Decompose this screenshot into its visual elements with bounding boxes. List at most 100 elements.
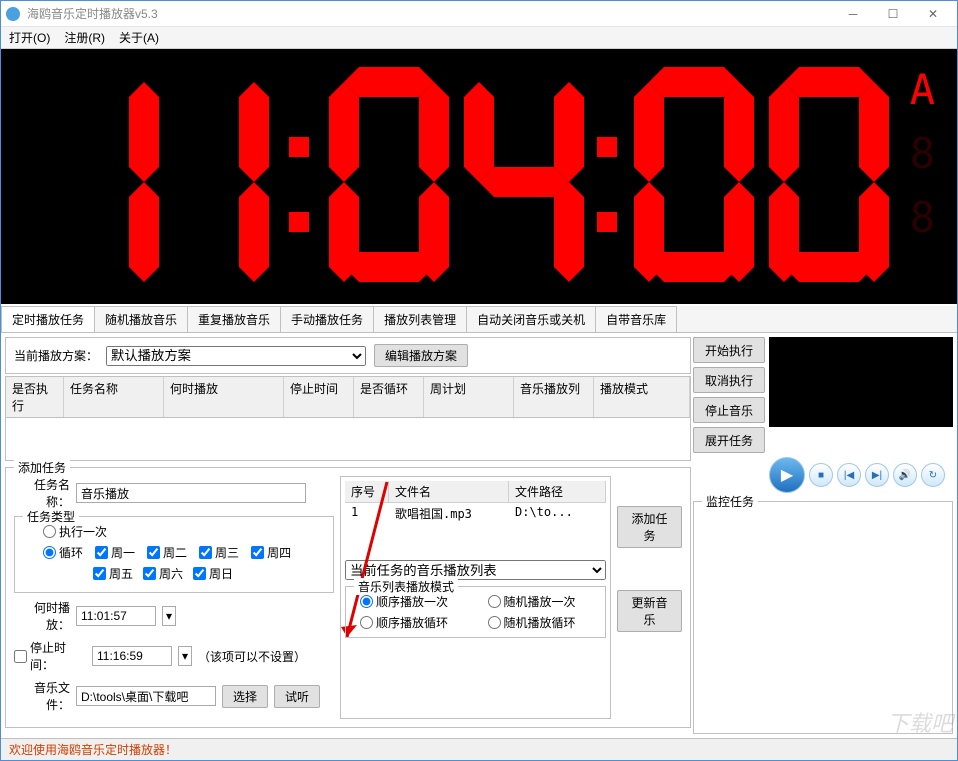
ampm-m: 8 [910,197,937,239]
chk-mon[interactable]: 周一 [95,544,135,561]
next-track-button[interactable]: ▶| [865,463,889,487]
fh-path: 文件路径 [509,481,606,502]
ampm-indicator: A 8 8 [910,69,937,239]
volume-button[interactable]: 🔊 [893,463,917,487]
action-buttons: 开始执行 取消执行 停止音乐 展开任务 [693,337,765,453]
stop-music-button[interactable]: 停止音乐 [693,397,765,423]
status-bar: 欢迎使用海鸥音乐定时播放器！ [1,738,957,760]
scheme-select[interactable]: 默认播放方案 [106,346,366,366]
monitor-legend: 监控任务 [702,493,758,510]
stop-media-button[interactable]: ■ [809,463,833,487]
tab-manual[interactable]: 手动播放任务 [280,306,374,332]
chk-tue[interactable]: 周二 [147,544,187,561]
ampm-p: 8 [910,133,937,175]
when-spinner[interactable]: ▾ [162,606,176,626]
edit-scheme-button[interactable]: 编辑播放方案 [374,344,468,367]
file-label: 音乐文件： [14,679,70,713]
stop-note: （该项可以不设置） [198,648,306,665]
when-input[interactable] [76,606,156,626]
chk-sat[interactable]: 周六 [143,565,183,582]
fc-seq: 1 [345,503,389,524]
tab-bar: 定时播放任务 随机播放音乐 重复播放音乐 手动播放任务 播放列表管理 自动关闭音… [1,306,957,333]
chk-sun[interactable]: 周日 [193,565,233,582]
monitor-panel: 监控任务 [693,501,953,734]
stop-input[interactable] [92,646,172,666]
menu-register[interactable]: 注册(R) [64,29,105,46]
th-mode: 播放模式 [594,377,690,417]
chk-thu[interactable]: 周四 [251,544,291,561]
add-task-form: 任务名称： 任务类型 执行一次 循环 周一 周二 [14,476,334,719]
close-button[interactable]: ✕ [913,1,953,27]
fh-seq: 序号 [345,481,389,502]
stop-spinner[interactable]: ▾ [178,646,192,666]
menu-bar: 打开(O) 注册(R) 关于(A) [1,27,957,49]
task-header: 是否执行 任务名称 何时播放 停止时间 是否循环 周计划 音乐播放列 播放模式 [6,377,690,418]
status-text: 欢迎使用海鸥音乐定时播放器！ [9,741,177,758]
playlist-select[interactable]: 当前任务的音乐播放列表 [345,560,606,580]
maximize-button[interactable]: ☐ [873,1,913,27]
radio-run-once[interactable]: 执行一次 [43,523,107,540]
th-when: 何时播放 [164,377,284,417]
radio-seq-loop[interactable]: 顺序播放循环 [360,614,470,631]
update-music-button[interactable]: 更新音乐 [617,590,682,632]
menu-about[interactable]: 关于(A) [119,29,159,46]
radio-rand-once[interactable]: 随机播放一次 [488,593,598,610]
task-name-input[interactable] [76,483,306,503]
video-preview [769,337,953,427]
content-area: 当前播放方案： 默认播放方案 编辑播放方案 是否执行 任务名称 何时播放 停止时… [1,333,957,738]
play-mode-legend: 音乐列表播放模式 [354,578,458,595]
repeat-button[interactable]: ↻ [921,463,945,487]
fc-name: 歌唱祖国.mp3 [389,503,509,524]
task-type-legend: 任务类型 [23,508,79,525]
expand-button[interactable]: 展开任务 [693,427,765,453]
add-task-legend: 添加任务 [14,459,70,476]
radio-loop[interactable]: 循环 [43,544,83,561]
window-title: 海鸥音乐定时播放器v5.3 [27,5,833,22]
tab-library[interactable]: 自带音乐库 [595,306,677,332]
file-row[interactable]: 1 歌唱祖国.mp3 D:\to... [345,503,606,524]
th-name: 任务名称 [64,377,164,417]
app-icon [5,6,21,22]
title-bar: 海鸥音乐定时播放器v5.3 ─ ☐ ✕ [1,1,957,27]
chk-wed[interactable]: 周三 [199,544,239,561]
th-loop: 是否循环 [354,377,424,417]
chk-fri[interactable]: 周五 [93,565,133,582]
scheme-label: 当前播放方案： [14,347,98,364]
add-task-button[interactable]: 添加任务 [617,506,682,548]
start-button[interactable]: 开始执行 [693,337,765,363]
ampm-a: A [910,69,937,111]
media-controls: ▶ ■ |◀ ▶| 🔊 ↻ [769,457,953,493]
task-name-label: 任务名称： [14,476,70,510]
prev-track-button[interactable]: |◀ [837,463,861,487]
fc-path: D:\to... [509,503,606,524]
side-buttons: 添加任务 更新音乐 [617,476,682,719]
play-mode-fieldset: 音乐列表播放模式 顺序播放一次 随机播放一次 顺序播放循环 随机播放循环 [345,586,606,638]
tab-autoclose[interactable]: 自动关闭音乐或关机 [466,306,596,332]
tab-repeat[interactable]: 重复播放音乐 [187,306,281,332]
cancel-button[interactable]: 取消执行 [693,367,765,393]
when-label: 何时播放： [14,599,70,633]
app-window: 海鸥音乐定时播放器v5.3 ─ ☐ ✕ 打开(O) 注册(R) 关于(A) [0,0,958,761]
clock-display: A 8 8 [1,49,957,304]
file-list-header: 序号 文件名 文件路径 [345,481,606,503]
stop-checkbox[interactable]: 停止时间： [14,639,86,673]
task-type-fieldset: 任务类型 执行一次 循环 周一 周二 周三 周四 [14,516,334,593]
task-table[interactable]: 是否执行 任务名称 何时播放 停止时间 是否循环 周计划 音乐播放列 播放模式 [5,376,691,461]
tab-random[interactable]: 随机播放音乐 [94,306,188,332]
minimize-button[interactable]: ─ [833,1,873,27]
th-playlist: 音乐播放列 [514,377,594,417]
file-input[interactable] [76,686,216,706]
tab-scheduled[interactable]: 定时播放任务 [1,306,95,332]
file-list-panel: 序号 文件名 文件路径 1 歌唱祖国.mp3 D:\to... 当前任务的音乐播… [340,476,611,719]
play-button[interactable]: ▶ [769,457,805,493]
th-stop: 停止时间 [284,377,354,417]
add-task-fieldset: 添加任务 任务名称： 任务类型 执行一次 [5,467,691,728]
fh-name: 文件名 [389,481,509,502]
tab-playlist[interactable]: 播放列表管理 [373,306,467,332]
radio-rand-loop[interactable]: 随机播放循环 [488,614,598,631]
select-file-button[interactable]: 选择 [222,685,268,708]
preview-button[interactable]: 试听 [274,685,320,708]
left-column: 当前播放方案： 默认播放方案 编辑播放方案 是否执行 任务名称 何时播放 停止时… [5,337,691,734]
menu-open[interactable]: 打开(O) [9,29,50,46]
radio-seq-once[interactable]: 顺序播放一次 [360,593,470,610]
